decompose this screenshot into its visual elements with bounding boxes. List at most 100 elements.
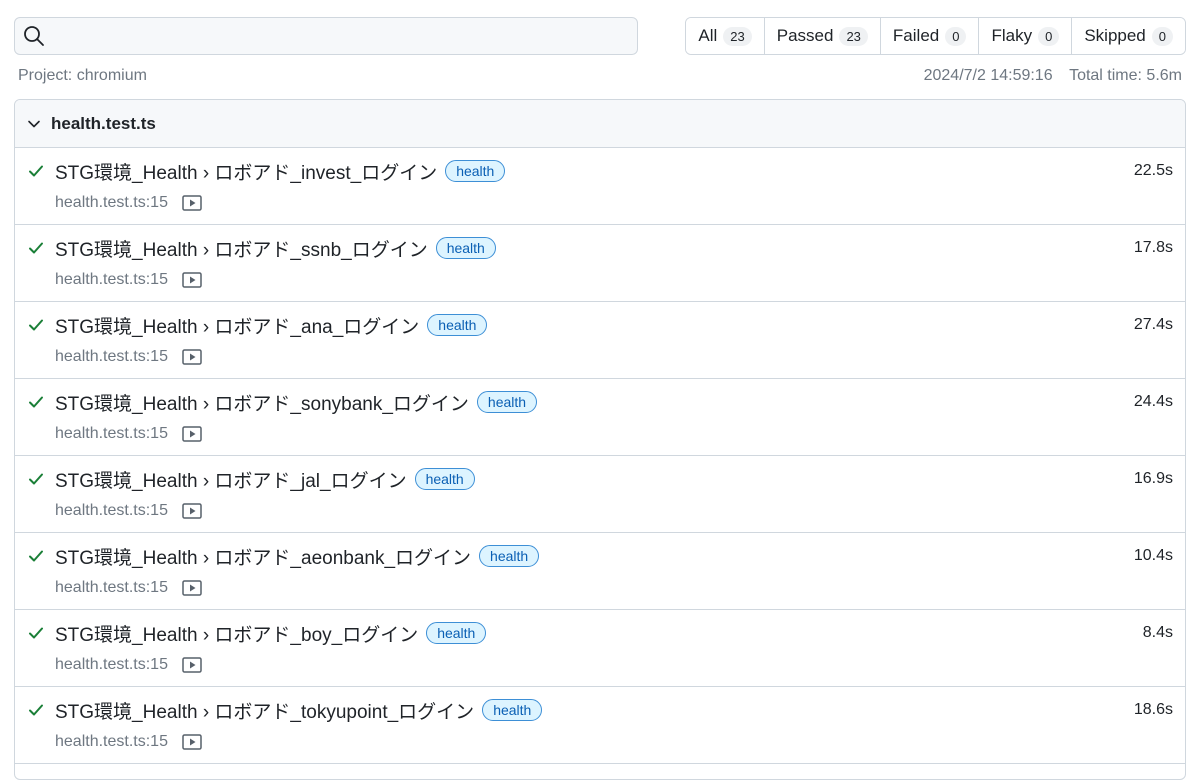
- test-row-header: STG環境_Health › ロボアド_jal_ログイン health 16.9s: [27, 466, 1173, 492]
- test-row[interactable]: STG環境_Health › ロボアド_jal_ログイン health 16.9s h…: [15, 456, 1185, 533]
- search-input[interactable]: [53, 18, 637, 54]
- test-duration: 17.8s: [1133, 239, 1173, 256]
- test-location: health.test.ts:15: [55, 425, 168, 442]
- test-tag[interactable]: health: [435, 237, 496, 259]
- test-duration: 24.4s: [1133, 393, 1173, 410]
- check-icon: [29, 319, 43, 331]
- check-icon: [29, 704, 43, 716]
- test-title[interactable]: STG環境_Health › ロボアド_tokyupoint_ログイン: [55, 697, 474, 724]
- project-label: Project: chromium: [18, 67, 147, 84]
- check-icon: [29, 396, 43, 408]
- test-duration: 10.4s: [1133, 547, 1173, 564]
- filter-flaky[interactable]: Flaky 0: [978, 18, 1072, 54]
- test-list: STG環境_Health › ロボアド_invest_ログイン health 22.…: [15, 148, 1185, 764]
- video-icon[interactable]: [182, 580, 202, 596]
- test-tag[interactable]: health: [482, 699, 543, 721]
- test-location-line: health.test.ts:15: [55, 346, 202, 368]
- test-title[interactable]: STG環境_Health › ロボアド_ana_ログイン: [55, 312, 419, 339]
- status-filters: All 23 Passed 23 Failed 0 Flaky 0 Skippe…: [685, 17, 1186, 55]
- test-duration: 18.6s: [1133, 701, 1173, 718]
- filter-all[interactable]: All 23: [686, 18, 764, 54]
- video-icon[interactable]: [182, 426, 202, 442]
- filter-label: Passed: [776, 26, 834, 45]
- test-duration: 27.4s: [1133, 316, 1173, 333]
- filter-label: All: [698, 26, 718, 45]
- test-row[interactable]: STG環境_Health › ロボアド_boy_ログイン health 8.4s he…: [15, 610, 1185, 687]
- test-title[interactable]: STG環境_Health › ロボアド_boy_ログイン: [55, 620, 418, 647]
- filter-count: 23: [723, 26, 752, 46]
- test-row[interactable]: STG環境_Health › ロボアド_invest_ログイン health 22.…: [15, 148, 1185, 225]
- test-tag[interactable]: health: [445, 160, 506, 182]
- filter-label: Flaky: [991, 26, 1033, 45]
- test-title[interactable]: STG環境_Health › ロボアド_invest_ログイン: [55, 158, 437, 185]
- filter-count: 0: [1151, 26, 1173, 46]
- search-icon: [24, 26, 44, 46]
- report-meta: Project: chromium 2024/7/2 14:59:16 Tota…: [18, 65, 1182, 87]
- test-tag[interactable]: health: [426, 622, 487, 644]
- test-row[interactable]: STG環境_Health › ロボアド_tokyupoint_ログインhealt…: [15, 687, 1185, 764]
- test-title[interactable]: STG環境_Health › ロボアド_aeonbank_ログイン: [55, 543, 471, 570]
- test-duration: 16.9s: [1133, 470, 1173, 487]
- report-timing: 2024/7/2 14:59:16 Total time: 5.6m: [924, 67, 1182, 85]
- test-location-line: health.test.ts:15: [55, 423, 202, 445]
- test-tag[interactable]: health: [427, 314, 488, 336]
- test-location: health.test.ts:15: [55, 502, 168, 519]
- filter-count: 0: [945, 26, 967, 46]
- test-tag[interactable]: health: [479, 545, 540, 567]
- test-row-header: STG環境_Health › ロボアド_tokyupoint_ログイン healt…: [27, 697, 1173, 723]
- video-icon[interactable]: [182, 272, 202, 288]
- check-icon: [29, 473, 43, 485]
- test-row-header: STG環境_Health › ロボアド_ssnb_ログイン health 17.8s: [27, 235, 1173, 261]
- test-row-header: STG環境_Health › ロボアド_invest_ログイン health 22.…: [27, 158, 1173, 184]
- test-location: health.test.ts:15: [55, 271, 168, 288]
- test-file-group: health.test.ts STG環境_Health › ロボアド_inves…: [14, 99, 1186, 780]
- test-location-line: health.test.ts:15: [55, 654, 202, 676]
- chevron-down-icon: [28, 120, 40, 127]
- test-row-header: STG環境_Health › ロボアド_sonybank_ログイン health 2…: [27, 389, 1173, 415]
- test-location-line: health.test.ts:15: [55, 269, 202, 291]
- filter-failed[interactable]: Failed 0: [879, 18, 979, 54]
- file-header[interactable]: health.test.ts: [15, 100, 1185, 148]
- test-duration: 8.4s: [1142, 624, 1173, 641]
- filter-label: Skipped: [1084, 26, 1146, 45]
- test-location: health.test.ts:15: [55, 579, 168, 596]
- test-row[interactable]: STG環境_Health › ロボアド_sonybank_ログイン health 2…: [15, 379, 1185, 456]
- test-duration: 22.5s: [1133, 162, 1173, 179]
- test-row[interactable]: STG環境_Health › ロボアド_ssnb_ログイン health 17.8s…: [15, 225, 1185, 302]
- test-location-line: health.test.ts:15: [55, 500, 202, 522]
- report-datetime: 2024/7/2 14:59:16: [923, 67, 1053, 84]
- test-location-line: health.test.ts:15: [55, 192, 202, 214]
- video-icon[interactable]: [182, 734, 202, 750]
- test-tag[interactable]: health: [414, 468, 475, 490]
- toolbar: All 23 Passed 23 Failed 0 Flaky 0 Skippe…: [14, 17, 1186, 55]
- video-icon[interactable]: [182, 657, 202, 673]
- test-row-header: STG環境_Health › ロボアド_aeonbank_ログイン health 1…: [27, 543, 1173, 569]
- test-location: health.test.ts:15: [55, 348, 168, 365]
- file-name: health.test.ts: [51, 113, 156, 133]
- check-icon: [29, 550, 43, 562]
- check-icon: [29, 242, 43, 254]
- test-row[interactable]: STG環境_Health › ロボアド_aeonbank_ログイン health 1…: [15, 533, 1185, 610]
- filter-label: Failed: [892, 26, 940, 45]
- filter-count: 23: [839, 26, 868, 46]
- test-location: health.test.ts:15: [55, 656, 168, 673]
- video-icon[interactable]: [182, 503, 202, 519]
- video-icon[interactable]: [182, 195, 202, 211]
- test-title[interactable]: STG環境_Health › ロボアド_sonybank_ログイン: [55, 389, 469, 416]
- test-row-header: STG環境_Health › ロボアド_ana_ログイン health 27.4s: [27, 312, 1173, 338]
- test-location-line: health.test.ts:15: [55, 577, 202, 599]
- test-location: health.test.ts:15: [55, 194, 168, 211]
- filter-skipped[interactable]: Skipped 0: [1071, 18, 1185, 54]
- filter-passed[interactable]: Passed 23: [763, 18, 880, 54]
- test-tag[interactable]: health: [476, 391, 538, 413]
- total-time: Total time: 5.6m: [1069, 67, 1182, 84]
- search-box[interactable]: [14, 17, 638, 55]
- test-row[interactable]: STG環境_Health › ロボアド_ana_ログイン health 27.4s h…: [15, 302, 1185, 379]
- video-icon[interactable]: [182, 349, 202, 365]
- filter-count: 0: [1038, 26, 1060, 46]
- test-row-header: STG環境_Health › ロボアド_boy_ログイン health 8.4s: [27, 620, 1173, 646]
- check-icon: [29, 165, 43, 177]
- test-title[interactable]: STG環境_Health › ロボアド_jal_ログイン: [55, 466, 407, 493]
- test-location: health.test.ts:15: [55, 733, 168, 750]
- test-title[interactable]: STG環境_Health › ロボアド_ssnb_ログイン: [55, 235, 428, 262]
